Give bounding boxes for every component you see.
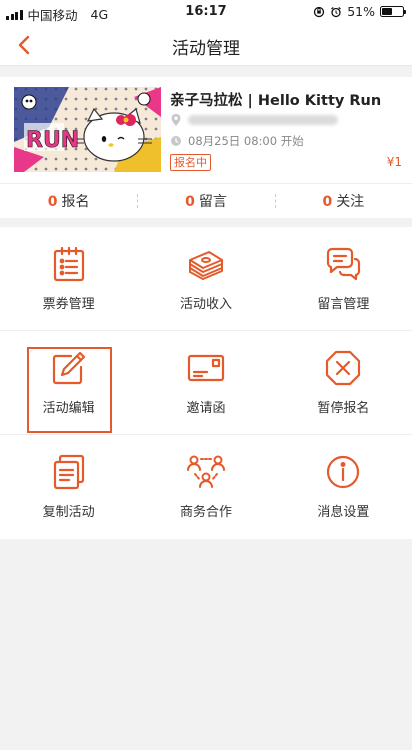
- back-button[interactable]: [8, 29, 40, 61]
- location-redacted: [188, 115, 338, 125]
- clock-icon: [171, 136, 181, 146]
- grid-label: 复制活动: [42, 505, 95, 520]
- grid-item-message-settings[interactable]: 消息设置: [275, 435, 412, 539]
- ticket-list-icon: [49, 244, 89, 284]
- event-time: 08月25日 08:00 开始: [170, 133, 304, 149]
- alarm-icon: [331, 6, 342, 17]
- stat-count: 0: [47, 194, 58, 210]
- grid-label: 票券管理: [42, 297, 95, 312]
- status-right: 51%: [313, 4, 406, 19]
- nav-bar: 活动管理: [0, 24, 412, 66]
- grid-row: 活动编辑 邀请函 暂停报名: [0, 331, 412, 435]
- grid-label: 消息设置: [317, 505, 370, 520]
- event-title: 亲子马拉松 | Hello Kitty Run: [170, 93, 382, 109]
- stats-bar: 0 报名 0 留言 0 关注: [0, 184, 412, 218]
- stat-label: 报名: [61, 194, 90, 210]
- battery-text: 51%: [347, 4, 375, 19]
- grid-label: 活动编辑: [42, 401, 95, 416]
- grid-label: 活动收入: [179, 297, 232, 312]
- stat-messages[interactable]: 0 留言: [137, 191, 274, 211]
- function-grid: 票券管理 活动收入 留言管理 活动编辑 邀请函 暂停报名 复制活动 商务合作 消…: [0, 227, 412, 539]
- grid-item-pause-signup[interactable]: 暂停报名: [275, 331, 412, 434]
- battery-icon: [380, 6, 406, 17]
- stop-octagon-icon: [323, 348, 363, 388]
- people-network-icon: [186, 452, 226, 492]
- thumb-run-text: RUN: [26, 128, 79, 153]
- grid-item-edit-event[interactable]: 活动编辑: [0, 331, 137, 434]
- event-price: ¥1: [386, 155, 402, 169]
- event-card[interactable]: RUN 亲子马拉松 | Hello Kitty Run 08月25日 08:00…: [0, 77, 412, 184]
- grid-item-income[interactable]: 活动收入: [137, 227, 274, 330]
- stat-signups[interactable]: 0 报名: [0, 191, 137, 211]
- invitation-card-icon: [186, 348, 226, 388]
- stat-count: 0: [322, 194, 333, 210]
- grid-item-business-cooperation[interactable]: 商务合作: [137, 435, 274, 539]
- chevron-left-icon: [18, 35, 30, 55]
- stat-follows[interactable]: 0 关注: [274, 191, 412, 211]
- grid-label: 邀请函: [186, 401, 226, 416]
- grid-item-ticket-management[interactable]: 票券管理: [0, 227, 137, 330]
- money-stack-icon: [186, 244, 226, 284]
- event-time-text: 08月25日 08:00 开始: [188, 134, 304, 148]
- edit-pencil-icon: [49, 348, 89, 388]
- battery-fill: [382, 8, 393, 15]
- status-bar: 中国移动 4G 16:17 51%: [0, 0, 412, 24]
- event-thumbnail: RUN: [14, 87, 161, 172]
- copy-docs-icon: [49, 452, 89, 492]
- chat-bubbles-icon: [323, 244, 363, 284]
- grid-row: 复制活动 商务合作 消息设置: [0, 435, 412, 539]
- orientation-lock-icon: [314, 6, 325, 17]
- stat-label: 关注: [336, 194, 365, 210]
- location-pin-icon: [171, 113, 181, 126]
- event-location: [170, 113, 338, 127]
- grid-row: 票券管理 活动收入 留言管理: [0, 227, 412, 331]
- info-circle-icon: [323, 452, 363, 492]
- stat-label: 留言: [198, 194, 227, 210]
- grid-label: 商务合作: [179, 505, 232, 520]
- grid-item-invitation[interactable]: 邀请函: [137, 331, 274, 434]
- grid-item-copy-event[interactable]: 复制活动: [0, 435, 137, 539]
- grid-item-message-management[interactable]: 留言管理: [275, 227, 412, 330]
- status-badge: 报名中: [170, 154, 211, 171]
- stat-count: 0: [185, 194, 195, 210]
- grid-label: 暂停报名: [317, 401, 370, 416]
- page-title: 活动管理: [172, 39, 240, 59]
- grid-label: 留言管理: [317, 297, 370, 312]
